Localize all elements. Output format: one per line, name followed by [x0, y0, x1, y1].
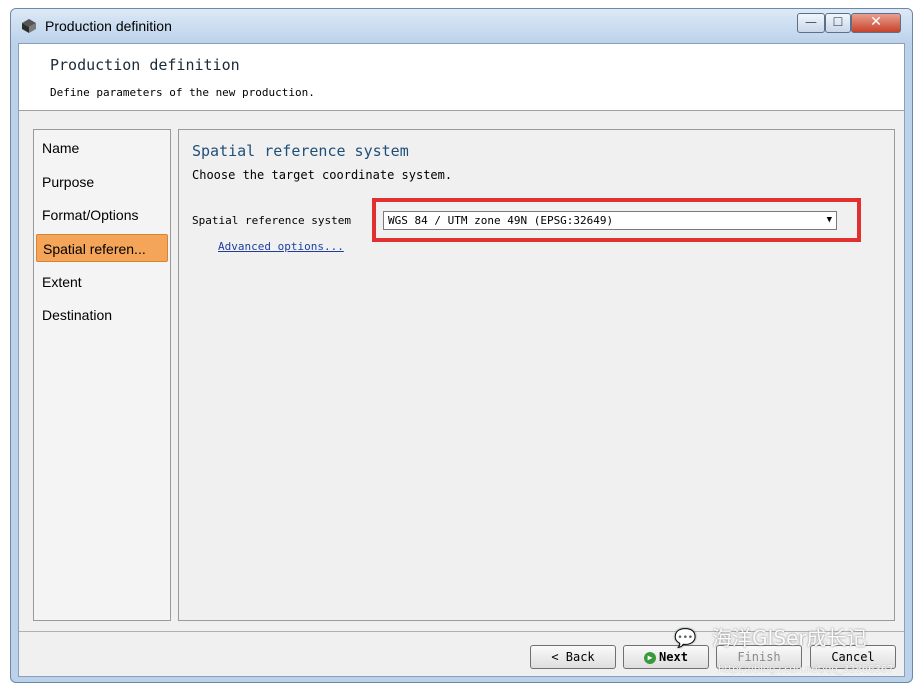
dropdown-arrow-icon[interactable]: ▼ [827, 212, 832, 229]
nav-item-name[interactable]: Name [36, 134, 168, 162]
maximize-button[interactable]: ☐ [825, 13, 851, 33]
wechat-icon: 💬 [674, 628, 697, 649]
page-title: Production definition [50, 56, 240, 74]
nav-item-spatial-reference[interactable]: Spatial referen... [36, 234, 168, 262]
next-button-label: Next [659, 650, 688, 664]
back-button[interactable]: < Back [530, 645, 616, 669]
nav-item-extent[interactable]: Extent [36, 268, 168, 296]
wizard-steps-nav: Name Purpose Format/Options Spatial refe… [33, 129, 171, 621]
spatial-reference-label: Spatial reference system [192, 214, 351, 227]
title-bar[interactable]: Production definition — ☐ ✕ [11, 9, 912, 43]
spatial-reference-panel: Spatial reference system Choose the targ… [178, 129, 895, 621]
advanced-options-link[interactable]: Advanced options... [218, 240, 344, 253]
next-arrow-icon: ▶ [644, 651, 657, 664]
close-button[interactable]: ✕ [851, 13, 901, 33]
panel-title: Spatial reference system [192, 142, 409, 160]
nav-item-purpose[interactable]: Purpose [36, 168, 168, 196]
nav-item-destination[interactable]: Destination [36, 301, 168, 329]
spatial-reference-select[interactable]: WGS 84 / UTM zone 49N (EPSG:32649) ▼ [383, 211, 837, 230]
panel-subtitle: Choose the target coordinate system. [192, 168, 453, 182]
window-title: Production definition [45, 18, 172, 34]
app-icon [22, 19, 36, 33]
page-subtitle: Define parameters of the new production. [50, 86, 315, 99]
dialog-client: Production definition Define parameters … [18, 43, 905, 677]
select-value: WGS 84 / UTM zone 49N (EPSG:32649) [388, 214, 614, 227]
wizard-header: Production definition Define parameters … [19, 44, 904, 111]
nav-item-format-options[interactable]: Format/Options [36, 201, 168, 229]
production-definition-window: Production definition — ☐ ✕ Production d… [10, 8, 913, 683]
watermark-url: https://blog.csdn.net/qq_32866367 [718, 664, 894, 675]
minimize-button[interactable]: — [797, 13, 825, 33]
watermark-text: 海洋GISer成长记 [712, 626, 867, 650]
